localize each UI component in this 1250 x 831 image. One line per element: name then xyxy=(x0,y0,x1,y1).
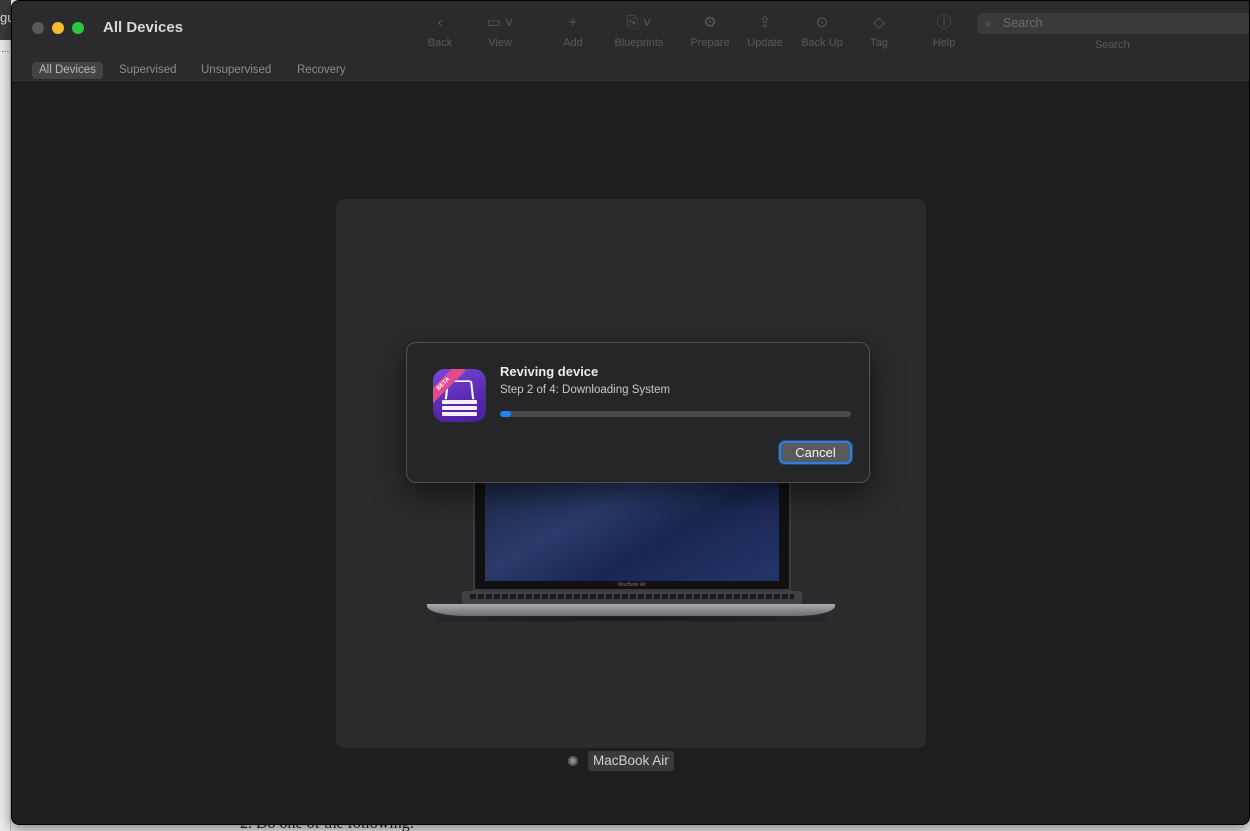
toolbar-back-label: Back xyxy=(427,37,453,49)
dialog-status-text: Step 2 of 4: Downloading System xyxy=(500,384,671,396)
plus-icon: + xyxy=(568,14,578,31)
search-field[interactable]: ⌕ Search xyxy=(977,13,1249,34)
toolbar-help-label: Help xyxy=(932,37,956,49)
toolbar-prepare-label: Prepare xyxy=(690,37,730,49)
toolbar-back-up-label: Back Up xyxy=(801,37,843,49)
toolbar-prepare-button[interactable]: ⚙ Prepare xyxy=(680,13,740,49)
drive-slab xyxy=(442,406,477,410)
background-window-corner: gu xyxy=(0,0,14,40)
dialog-title: Reviving device xyxy=(500,364,599,379)
help-icon: ⓘ xyxy=(936,14,952,31)
macbook-keyboard-deck xyxy=(462,591,802,605)
window-title: All Devices xyxy=(103,19,184,36)
scope-unsupervised[interactable]: Unsupervised xyxy=(194,62,278,79)
chevron-left-icon: ‹ xyxy=(437,14,443,31)
close-window-button[interactable] xyxy=(32,22,44,34)
macbook-screen-image: MacBook Air xyxy=(473,479,791,591)
toolbar-tag-label: Tag xyxy=(870,37,888,49)
scope-supervised[interactable]: Supervised xyxy=(112,62,184,79)
toolbar-blueprints-label: Blueprints xyxy=(614,37,664,49)
download-progress-bar xyxy=(500,411,851,417)
view-icon: ▭ ˅ xyxy=(486,14,514,31)
macbook-base xyxy=(427,604,835,616)
tag-icon: ◇ xyxy=(873,14,885,31)
toolbar-view-button[interactable]: ▭ ˅ View xyxy=(470,13,530,49)
toolbar-update-label: Update xyxy=(747,37,783,49)
title-bar: All Devices ‹ Back ▭ ˅ View + Add ⎘ ˅ Blueprint… xyxy=(12,1,1249,57)
backup-icon: ⊙ xyxy=(815,14,829,31)
toolbar-tag-button[interactable]: ◇ Tag xyxy=(849,13,909,49)
toolbar-help-button[interactable]: ⓘ Help xyxy=(914,13,974,49)
toolbar-blueprints-button[interactable]: ⎘ ˅ Blueprints xyxy=(609,13,669,49)
progress-fill xyxy=(500,411,511,417)
scope-bar: All Devices Supervised Unsupervised Reco… xyxy=(12,57,1249,83)
background-document-edge xyxy=(0,0,11,831)
cancel-button[interactable]: Cancel xyxy=(779,441,852,464)
update-icon: ⇪ xyxy=(758,14,772,31)
minimize-window-button[interactable] xyxy=(52,22,64,34)
macbook-keys xyxy=(470,594,794,599)
toolbar-back-up-button[interactable]: ⊙ Back Up xyxy=(792,13,852,49)
background-dots: ... xyxy=(1,44,10,55)
toolbar-view-label: View xyxy=(488,37,512,49)
reviving-device-dialog: BETA Reviving device Step 2 of 4: Downlo… xyxy=(406,342,870,483)
toolbar-add-button[interactable]: + Add xyxy=(543,13,603,49)
search-icon: ⌕ xyxy=(985,16,992,30)
drive-slab xyxy=(442,412,477,416)
macbook-wallpaper xyxy=(485,479,779,581)
activity-spinner-icon: ✺ xyxy=(567,753,579,769)
scope-recovery[interactable]: Recovery xyxy=(290,62,353,79)
drive-slab xyxy=(442,400,477,404)
toolbar-update-button[interactable]: ⇪ Update xyxy=(735,13,795,49)
toolbar-add-label: Add xyxy=(563,37,583,49)
search-label: Search xyxy=(1095,39,1130,51)
macbook-screen-brand: MacBook Air xyxy=(617,582,647,588)
search-placeholder: Search xyxy=(1003,16,1043,30)
prepare-icon: ⚙ xyxy=(703,14,717,31)
scope-all-devices[interactable]: All Devices xyxy=(32,62,103,79)
zoom-window-button[interactable] xyxy=(72,22,84,34)
macbook-shadow xyxy=(436,616,826,622)
apple-configurator-app-icon: BETA xyxy=(433,369,486,422)
blueprints-icon: ⎘ ˅ xyxy=(626,14,652,31)
device-name-label[interactable]: MacBook Air xyxy=(588,751,674,771)
toolbar-back-button[interactable]: ‹ Back xyxy=(410,13,470,49)
